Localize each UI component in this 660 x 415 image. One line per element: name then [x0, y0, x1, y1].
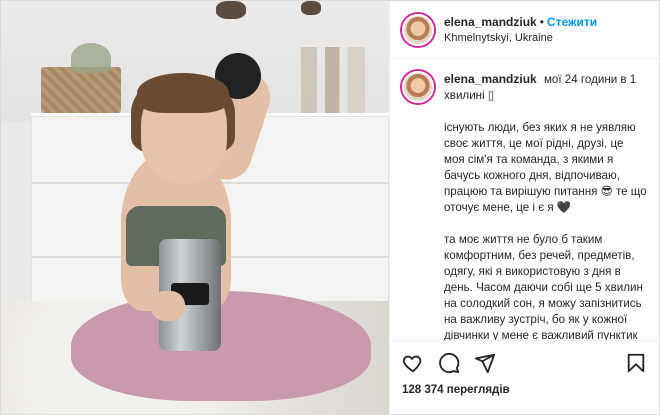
caption-text: elena_mandziuk мої 24 години в 1 хвилині…	[444, 71, 647, 340]
follow-button[interactable]: Стежити	[547, 15, 597, 29]
comment-icon[interactable]	[438, 352, 460, 374]
wall-decor	[301, 1, 321, 15]
comments-area: elena_mandziuk мої 24 години в 1 хвилині…	[390, 59, 659, 340]
post-side-panel: elena_mandziuk • Стежити Khmelnytskyi, Ukr…	[389, 1, 659, 414]
share-icon[interactable]	[474, 352, 496, 374]
shelf-items	[301, 47, 381, 113]
post-header: elena_mandziuk • Стежити Khmelnytskyi, Ukr…	[390, 1, 659, 59]
heart-icon[interactable]	[402, 352, 424, 374]
caption-row: elena_mandziuk мої 24 години в 1 хвилині…	[402, 71, 647, 340]
wall-decor	[216, 1, 246, 19]
author-username[interactable]: elena_mandziuk	[444, 15, 537, 29]
person-hair-front	[137, 73, 229, 113]
basket	[41, 67, 121, 113]
caption-paragraph: та моє життя не було б таким комфортним,…	[444, 233, 643, 340]
caption-paragraph: існують люди, без яких я не уявляю своє …	[444, 121, 647, 214]
caption-username[interactable]: elena_mandziuk	[444, 72, 537, 86]
view-count[interactable]: 128 374 переглядів	[390, 384, 659, 414]
post-video[interactable]	[1, 1, 389, 414]
plant	[71, 43, 111, 73]
person-legs	[71, 291, 371, 401]
person-hand	[151, 291, 185, 321]
instagram-post: elena_mandziuk • Стежити Khmelnytskyi, Ukr…	[0, 0, 660, 415]
bookmark-icon[interactable]	[625, 352, 647, 374]
action-bar	[390, 340, 659, 384]
author-avatar[interactable]	[402, 13, 434, 46]
author-info: elena_mandziuk • Стежити Khmelnytskyi, Ukr…	[444, 14, 597, 46]
post-location[interactable]: Khmelnytskyi, Ukraine	[444, 30, 597, 46]
caption-avatar[interactable]	[402, 71, 434, 103]
separator-dot: •	[539, 14, 544, 29]
